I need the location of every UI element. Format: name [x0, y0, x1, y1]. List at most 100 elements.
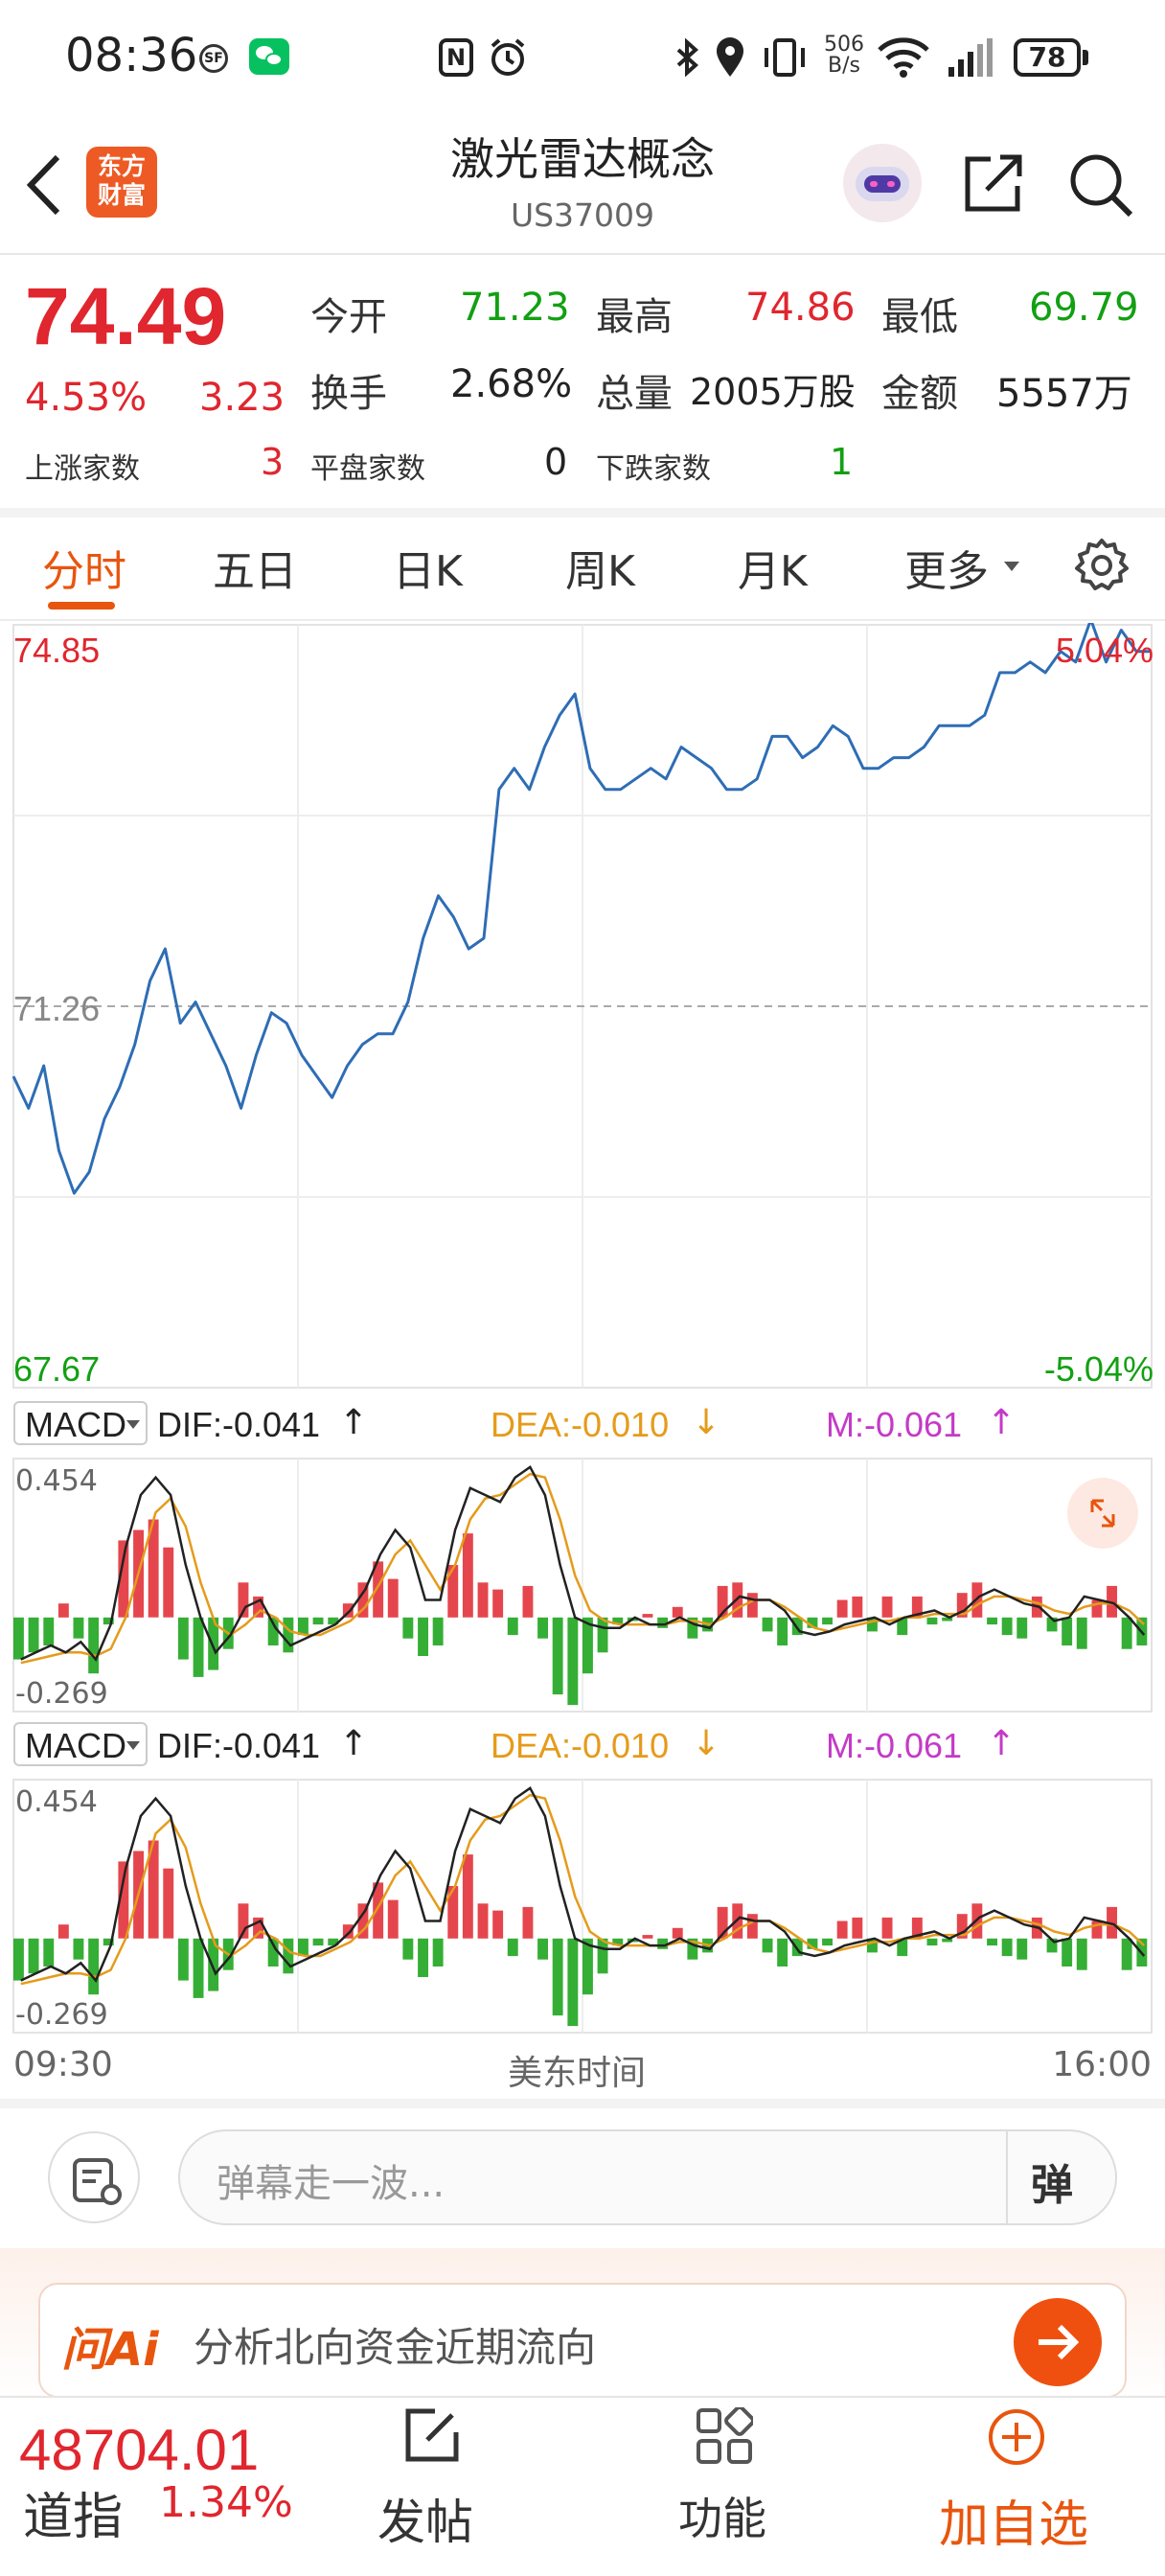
- down-count: 1: [830, 441, 854, 483]
- macd-chart[interactable]: [0, 1457, 1165, 1715]
- comment-input[interactable]: 弹幕走一波...: [217, 2152, 445, 2208]
- tab-monthly-k[interactable]: 月K: [738, 537, 808, 598]
- macd-bar: [987, 1617, 997, 1625]
- macd-bar: [507, 1617, 518, 1636]
- change-pct: 4.53%: [25, 376, 148, 420]
- macd-bar: [1001, 1938, 1013, 1957]
- y-mid-label: 71.26: [13, 989, 101, 1028]
- post-button[interactable]: 发帖: [377, 2484, 473, 2553]
- post-icon[interactable]: [402, 2405, 462, 2465]
- flat-count: 0: [544, 441, 568, 483]
- dea-value: DEA:-0.010: [491, 1726, 670, 1765]
- macd-bar: [432, 1938, 444, 1966]
- macd-bar: [418, 1938, 428, 1977]
- macd-top-label: 0.454: [15, 1785, 98, 1819]
- danmu-divider: [1006, 2131, 1008, 2223]
- macd-bar: [642, 1935, 653, 1939]
- index-change[interactable]: 1.34%: [159, 2478, 293, 2527]
- settings-icon[interactable]: [1073, 537, 1131, 594]
- macd-bottom-label: -0.269: [15, 1677, 108, 1711]
- amount-label: 金额: [881, 372, 958, 416]
- macd-bar: [387, 1578, 399, 1618]
- macd-bar: [462, 1533, 473, 1618]
- vibrate-icon: [765, 38, 805, 77]
- macd-selector-label: MACD: [25, 1726, 126, 1765]
- robot-avatar-icon[interactable]: [843, 144, 922, 222]
- open-label: 今开: [310, 295, 387, 339]
- macd-bar: [43, 1938, 55, 1966]
- arrow-down-icon: ↓: [692, 1724, 721, 1763]
- macd-bar: [926, 1617, 938, 1625]
- add-watchlist-button[interactable]: 加自选: [939, 2484, 1088, 2556]
- arrow-up-icon: ↑: [339, 1724, 369, 1763]
- macd-bar: [1001, 1617, 1013, 1636]
- intraday-chart[interactable]: [0, 623, 1165, 1393]
- battery-tip: [1083, 50, 1088, 65]
- share-icon[interactable]: [962, 151, 1025, 215]
- macd-bar: [13, 1938, 24, 1981]
- macd-bar: [73, 1617, 84, 1639]
- x-start-label: 09:30: [13, 2045, 113, 2084]
- macd-bar: [402, 1617, 414, 1639]
- macd-bar: [432, 1617, 444, 1645]
- macd-bar: [552, 1938, 563, 2016]
- add-circle-icon[interactable]: [987, 2407, 1046, 2467]
- macd-chart[interactable]: [0, 1778, 1165, 2036]
- macd-bar: [746, 1914, 758, 1939]
- expand-icon[interactable]: [1067, 1478, 1138, 1549]
- macd-bar: [477, 1903, 489, 1939]
- macd-bar: [28, 1938, 39, 1974]
- macd-bar: [537, 1617, 548, 1639]
- macd-bar: [537, 1938, 548, 1960]
- up-count-label: 上涨家数: [25, 452, 140, 486]
- status-bar: 08:36 SF N 506 B/s 78: [0, 0, 1165, 115]
- header-divider: [0, 253, 1165, 255]
- macd-bar: [193, 1938, 204, 1998]
- battery-icon: 78: [1014, 38, 1081, 77]
- macd-bar: [253, 1596, 263, 1618]
- tab-weekly-k[interactable]: 周K: [565, 537, 635, 598]
- low-label: 最低: [881, 295, 958, 339]
- net-speed: 506 B/s: [824, 33, 864, 78]
- change-value: 3.23: [199, 376, 286, 420]
- tab-daily-k[interactable]: 日K: [393, 537, 463, 598]
- macd-bar: [163, 1547, 174, 1618]
- tabs-divider: [0, 619, 1165, 621]
- tab-intraday[interactable]: 分时: [42, 537, 126, 598]
- macd-bar: [43, 1617, 55, 1645]
- volume-label: 总量: [596, 372, 673, 416]
- danmu-toggle-button[interactable]: 弹: [1031, 2150, 1073, 2212]
- macd-bar: [987, 1938, 997, 1946]
- y-bottom-label: 67.67: [13, 1349, 101, 1389]
- volume-value: 2005万股: [690, 371, 856, 413]
- notes-icon[interactable]: [48, 2131, 140, 2223]
- wechat-icon: [249, 38, 289, 75]
- macd-bar: [312, 1938, 324, 1946]
- macd-bar: [1076, 1938, 1087, 1970]
- arrow-right-icon[interactable]: [1014, 2298, 1102, 2386]
- index-name[interactable]: 道指: [23, 2476, 123, 2548]
- macd-bar: [57, 1603, 69, 1618]
- function-button[interactable]: 功能: [678, 2484, 766, 2547]
- alarm-icon: [491, 38, 525, 76]
- macd-bar: [881, 1596, 893, 1618]
- macd-bar: [1062, 1617, 1073, 1645]
- macd-bar: [163, 1868, 174, 1939]
- caret-down-icon: [1004, 562, 1019, 571]
- up-count: 3: [261, 441, 285, 483]
- macd-bar: [836, 1599, 848, 1618]
- tab-five-day[interactable]: 五日: [213, 537, 297, 598]
- y-top-label: 74.85: [13, 631, 101, 670]
- turnover-label: 换手: [310, 372, 387, 416]
- macd-bar: [836, 1920, 848, 1939]
- amount-value: 5557万: [996, 372, 1132, 416]
- search-icon[interactable]: [1067, 151, 1134, 218]
- index-value[interactable]: 48704.01: [19, 2417, 259, 2483]
- tab-more[interactable]: 更多: [904, 537, 989, 598]
- grid-icon[interactable]: [696, 2407, 753, 2465]
- macd-bottom-label: -0.269: [15, 1998, 108, 2032]
- macd-bar: [672, 1606, 683, 1618]
- macd-bar: [597, 1617, 608, 1653]
- high-label: 最高: [596, 295, 673, 339]
- macd-bar: [1017, 1617, 1028, 1639]
